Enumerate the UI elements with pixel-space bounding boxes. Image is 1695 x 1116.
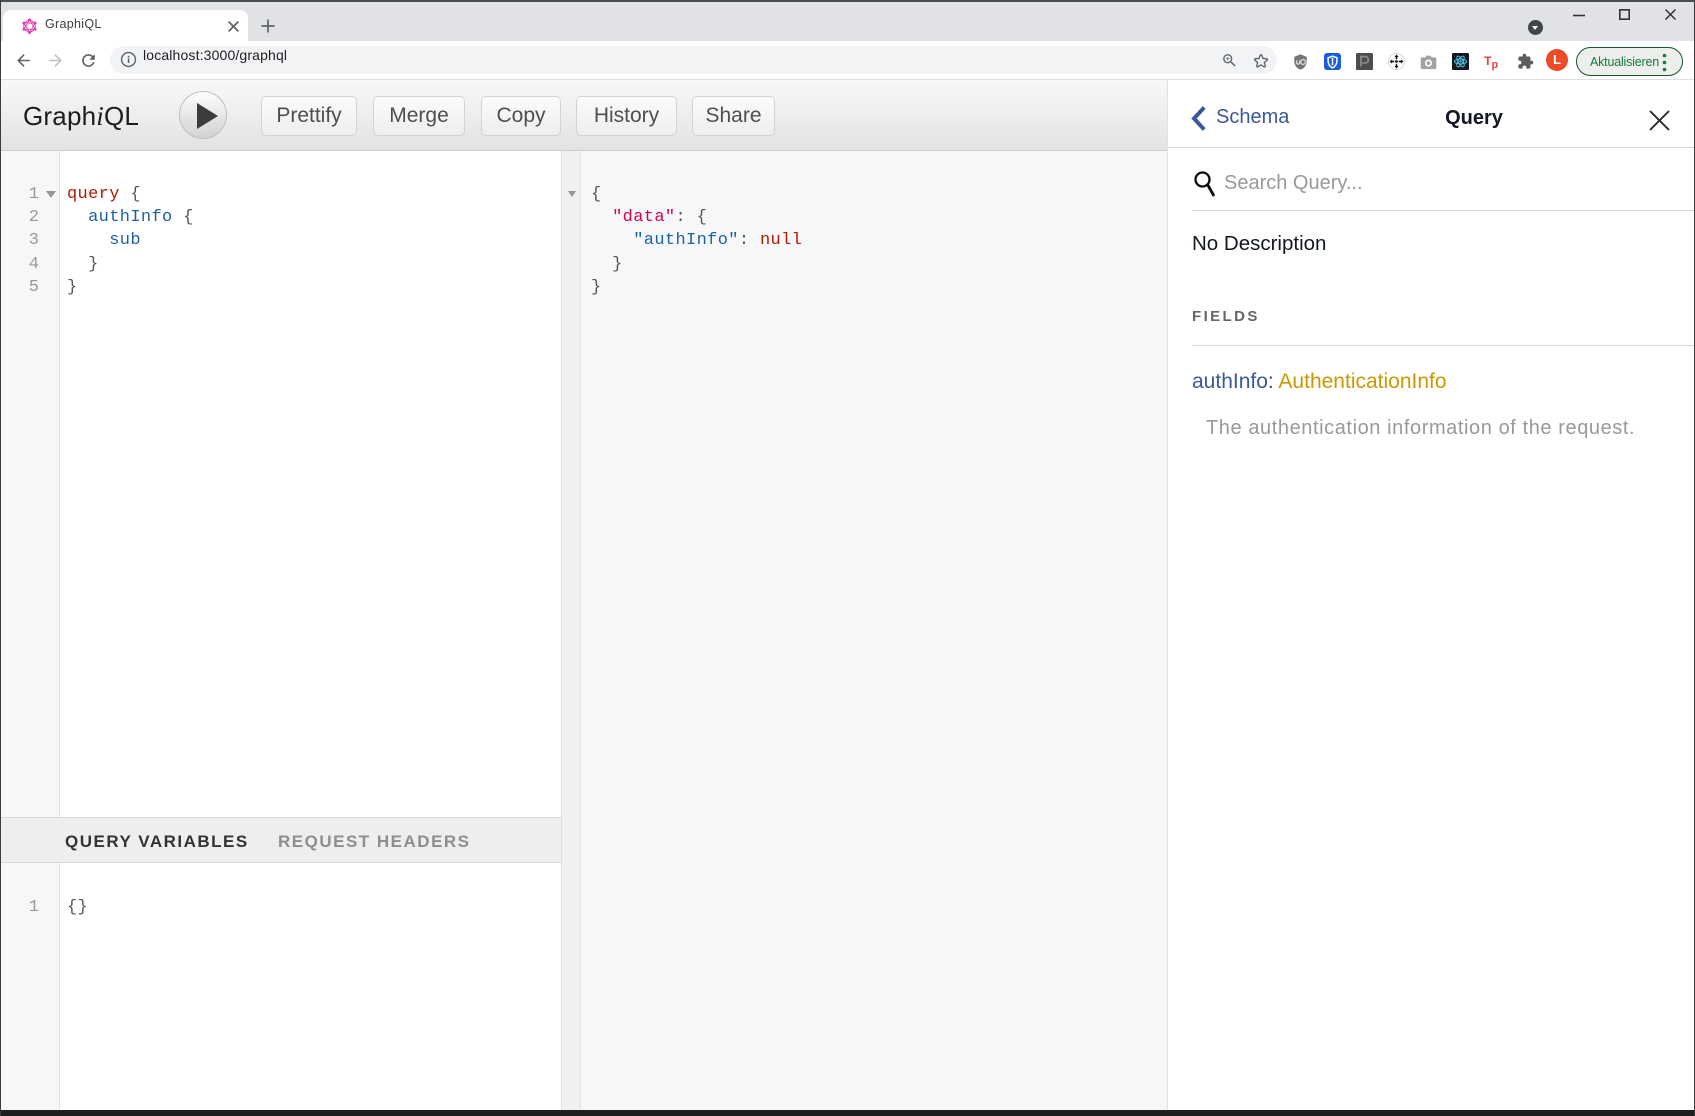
- svg-text:p: p: [1492, 59, 1499, 71]
